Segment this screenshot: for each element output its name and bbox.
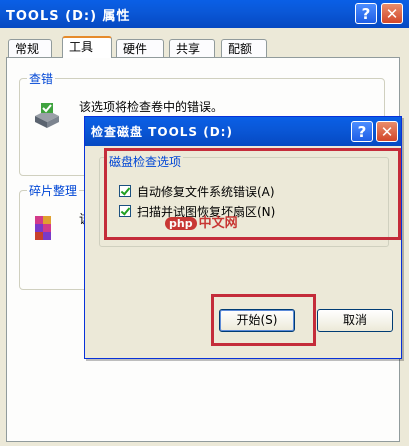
- watermark-badge: php: [165, 217, 197, 230]
- options-highlight-box: [104, 148, 401, 240]
- dialog-title-bar[interactable]: 检查磁盘 TOOLS (D:) ? ✕: [85, 117, 401, 146]
- dialog-close-button[interactable]: ✕: [376, 121, 398, 142]
- help-button[interactable]: ?: [355, 3, 377, 24]
- title-bar[interactable]: TOOLS (D:) 属性 ? ✕: [0, 0, 409, 28]
- dialog-title: 检查磁盘 TOOLS (D:): [91, 125, 233, 139]
- defrag-group-label: 碎片整理: [27, 182, 80, 199]
- watermark: php 中文网: [165, 212, 238, 231]
- tab-quota[interactable]: 配额: [221, 39, 267, 57]
- disk-check-icon: [35, 103, 59, 128]
- tab-tools[interactable]: 工具: [62, 36, 112, 58]
- error-check-description: 该选项将检查卷中的错误。: [79, 100, 224, 114]
- start-button-highlight-box: [211, 294, 316, 346]
- close-button[interactable]: ✕: [381, 3, 403, 24]
- dialog-help-button[interactable]: ?: [351, 121, 373, 142]
- watermark-text: 中文网: [198, 216, 238, 231]
- window-title: TOOLS (D:) 属性: [6, 9, 131, 24]
- cancel-button[interactable]: 取消: [317, 309, 393, 332]
- tab-sharing[interactable]: 共享: [169, 39, 215, 57]
- defrag-icon: [35, 216, 51, 240]
- tab-hardware[interactable]: 硬件: [116, 39, 164, 57]
- tab-general[interactable]: 常规: [8, 39, 52, 57]
- error-check-group-label: 查错: [27, 70, 56, 87]
